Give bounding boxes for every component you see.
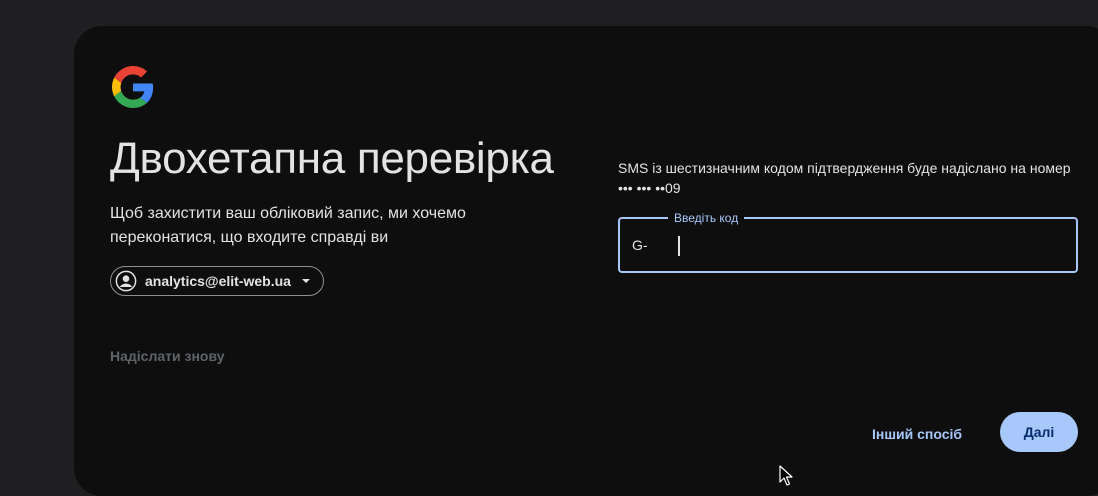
page-title: Двохетапна перевірка <box>110 134 554 183</box>
caret-down-icon <box>301 279 310 283</box>
resend-link[interactable]: Надіслати знову <box>110 348 225 364</box>
sms-info: SMS із шестизначним кодом підтвердження … <box>618 158 1098 198</box>
page-subtitle: Щоб захистити ваш обліковий запис, ми хо… <box>110 205 466 246</box>
code-field-label: Введіть код <box>668 210 745 226</box>
sign-in-card: Двохетапна перевірка Щоб захистити ваш о… <box>74 26 1098 496</box>
account-circle-icon <box>115 270 137 292</box>
google-logo-icon <box>112 66 154 108</box>
masked-phone: ••• ••• ••09 <box>618 180 681 196</box>
next-button[interactable]: Далі <box>1000 412 1078 452</box>
sms-message: SMS із шестизначним кодом підтвердження … <box>618 160 1071 176</box>
try-another-way-button[interactable]: Інший спосіб <box>858 416 976 452</box>
mouse-pointer-icon <box>779 465 793 486</box>
browser-top-area <box>0 0 1098 26</box>
code-field[interactable]: Введіть код G- <box>618 210 1078 273</box>
code-prefix: G- <box>632 237 648 253</box>
account-email: analytics@elit-web.ua <box>145 273 291 289</box>
account-chip[interactable]: analytics@elit-web.ua <box>110 266 324 296</box>
code-input[interactable] <box>666 229 1060 265</box>
text-caret <box>678 236 680 256</box>
